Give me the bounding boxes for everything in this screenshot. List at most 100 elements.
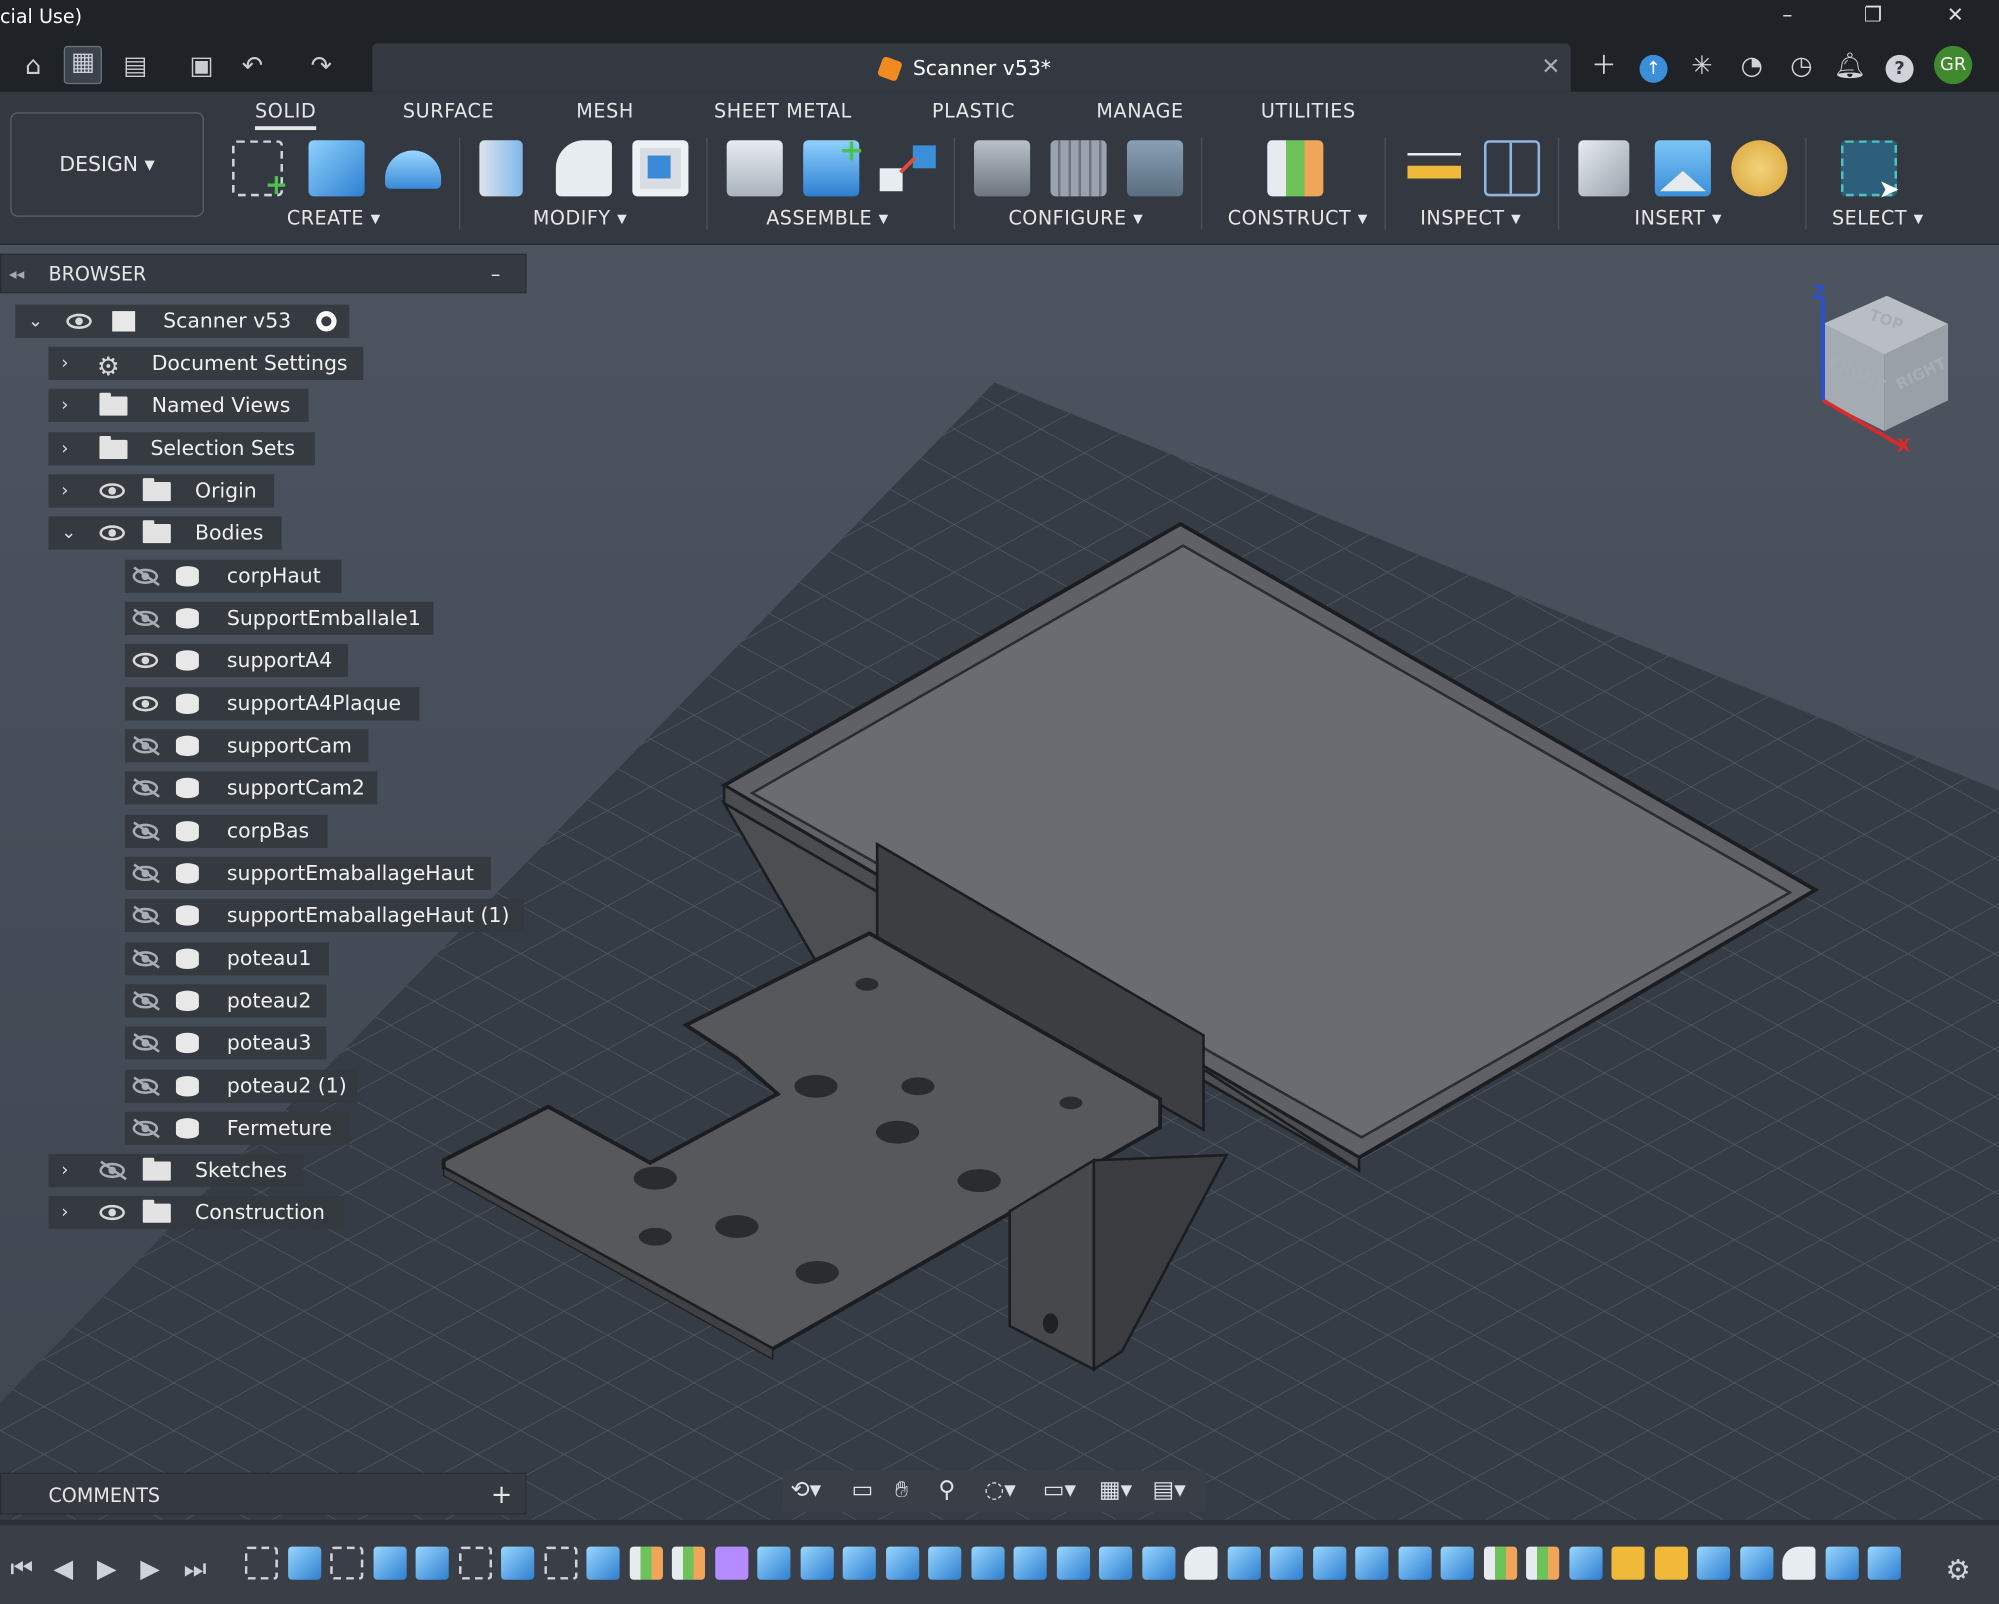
timeline-extrude-icon[interactable] <box>287 1546 321 1580</box>
timeline-joint-icon[interactable] <box>1611 1546 1645 1580</box>
job-status-icon[interactable]: ↑ <box>1636 48 1672 83</box>
timeline-construct-icon[interactable] <box>1526 1546 1560 1580</box>
timeline-start-icon[interactable]: ⏮ <box>10 1553 33 1584</box>
tab-manage[interactable]: MANAGE <box>1096 99 1183 122</box>
body-row[interactable]: poteau3 <box>124 1026 327 1060</box>
chevron-right-icon[interactable]: › <box>61 347 68 380</box>
timeline-extrude-icon[interactable] <box>1355 1546 1389 1580</box>
redo-icon[interactable]: ↷ <box>306 51 337 79</box>
offline-icon[interactable]: ◔ <box>1734 48 1770 81</box>
group-create[interactable]: CREATE ▾ <box>287 207 381 230</box>
pan-hand-icon[interactable]: ✋︎ <box>895 1476 908 1503</box>
select-window-icon[interactable]: ➤ <box>1840 140 1900 204</box>
group-modify[interactable]: MODIFY ▾ <box>533 207 627 230</box>
timeline-extrude-icon[interactable] <box>415 1546 449 1580</box>
timeline-extrude-icon[interactable] <box>1696 1546 1731 1580</box>
create-sketch-icon[interactable]: + <box>232 140 288 201</box>
configure-parameters-icon[interactable] <box>974 140 1031 197</box>
display-settings-icon[interactable]: ▭▾ <box>1043 1476 1076 1503</box>
chevron-down-icon[interactable]: ⌄ <box>61 516 76 549</box>
body-row[interactable]: supportEmaballageHaut (1) <box>124 898 524 933</box>
chevron-right-icon[interactable]: › <box>61 389 68 422</box>
body-row[interactable]: supportA4 <box>124 643 349 678</box>
visibility-hidden-icon[interactable] <box>132 610 159 627</box>
tab-mesh[interactable]: MESH <box>576 99 634 122</box>
tree-item-bodies[interactable]: ⌄ Bodies <box>48 516 282 550</box>
grid-icon[interactable]: ▦▾ <box>1099 1476 1132 1503</box>
fillet-icon[interactable] <box>555 140 612 197</box>
file-menu-icon[interactable]: ▤ <box>120 51 151 79</box>
joint-icon[interactable]: + <box>803 133 864 197</box>
user-avatar[interactable]: GR <box>1934 45 1973 85</box>
tree-item-sketches[interactable]: › Sketches <box>48 1153 304 1188</box>
visibility-hidden-icon[interactable] <box>132 1035 159 1051</box>
timeline-construct-icon[interactable] <box>629 1546 663 1580</box>
timeline-extrude-icon[interactable] <box>586 1546 620 1580</box>
tree-item-origin[interactable]: › Origin <box>48 474 275 508</box>
chevron-right-icon[interactable]: › <box>61 432 68 465</box>
active-component-radio-icon[interactable] <box>316 311 337 332</box>
body-row[interactable]: Fermeture <box>124 1111 350 1145</box>
timeline-extrude-icon[interactable] <box>928 1546 962 1580</box>
section-analysis-icon[interactable] <box>1483 140 1541 197</box>
visibility-hidden-icon[interactable] <box>132 907 159 924</box>
timeline-end-icon[interactable]: ⏭ <box>184 1553 207 1584</box>
timeline-sketch-icon[interactable] <box>543 1546 577 1580</box>
save-icon[interactable]: ▣ <box>186 51 217 79</box>
new-component-icon[interactable] <box>726 140 783 197</box>
visibility-hidden-icon[interactable] <box>132 568 159 584</box>
group-insert[interactable]: INSERT ▾ <box>1634 207 1722 230</box>
tree-root[interactable]: ⌄ Scanner v53 <box>15 304 350 338</box>
group-assemble[interactable]: ASSEMBLE ▾ <box>766 207 889 230</box>
visibility-eye-icon[interactable] <box>99 483 125 499</box>
undo-icon[interactable]: ↶ <box>237 51 268 79</box>
insert-canvas-icon[interactable] <box>1654 140 1711 197</box>
workspace-switcher[interactable]: DESIGN ▾ <box>10 112 204 217</box>
extensions-icon[interactable]: ✳ <box>1684 48 1720 81</box>
home-icon[interactable]: ⌂ <box>18 51 49 79</box>
as-built-joint-icon[interactable] <box>879 140 936 196</box>
timeline-sketch-icon[interactable] <box>330 1546 364 1580</box>
timeline-sketch-icon[interactable] <box>458 1546 492 1580</box>
visibility-hidden-icon[interactable] <box>132 1078 159 1094</box>
notifications-bell-icon[interactable]: 🔔︎ <box>1832 48 1868 81</box>
visibility-hidden-icon[interactable] <box>132 1120 159 1137</box>
chevron-right-icon[interactable]: › <box>61 1196 68 1229</box>
data-panel-grid-icon[interactable]: ▦ <box>63 45 102 85</box>
chevron-right-icon[interactable]: › <box>61 474 68 507</box>
group-construct[interactable]: CONSTRUCT ▾ <box>1228 207 1368 230</box>
insert-derive-icon[interactable] <box>1578 140 1630 197</box>
restore-button[interactable]: ❐ <box>1864 3 1882 27</box>
visibility-hidden-icon[interactable] <box>132 993 159 1009</box>
body-row[interactable]: supportEmaballageHaut <box>124 856 491 890</box>
add-comment-button[interactable]: + <box>491 1479 512 1510</box>
timeline-extrude-icon[interactable] <box>1098 1546 1133 1580</box>
timeline-construct-icon[interactable] <box>1483 1546 1517 1580</box>
chevron-right-icon[interactable]: › <box>61 1154 68 1187</box>
timeline-construct-icon[interactable] <box>671 1546 706 1580</box>
timeline-joint-icon[interactable] <box>1654 1546 1688 1580</box>
timeline-extrude-icon[interactable] <box>885 1546 919 1580</box>
body-row[interactable]: corpHaut <box>124 559 342 593</box>
timeline-extrude-icon[interactable] <box>1568 1546 1602 1580</box>
timeline-extrude-icon[interactable] <box>842 1546 876 1580</box>
body-row[interactable]: SupportEmballale1 <box>124 601 434 635</box>
press-pull-icon[interactable] <box>479 140 523 197</box>
construct-plane-icon[interactable] <box>1267 140 1324 197</box>
timeline-extrude-icon[interactable] <box>799 1546 834 1580</box>
timeline-extrude-icon[interactable] <box>1440 1546 1474 1580</box>
new-tab-icon[interactable]: ＋ <box>1586 48 1622 81</box>
tree-item-construction[interactable]: › Construction <box>48 1195 345 1230</box>
group-inspect[interactable]: INSPECT ▾ <box>1420 207 1521 230</box>
close-button[interactable]: ✕ <box>1947 3 1964 27</box>
body-row[interactable]: poteau2 <box>124 984 327 1018</box>
help-icon[interactable]: ? <box>1882 48 1918 83</box>
browser-minimize-button[interactable]: – <box>491 263 501 286</box>
group-select[interactable]: SELECT ▾ <box>1832 207 1924 230</box>
body-row[interactable]: supportCam <box>124 729 369 763</box>
timeline-extrude-icon[interactable] <box>1825 1546 1859 1580</box>
body-row[interactable]: poteau1 <box>124 942 329 976</box>
visibility-hidden-icon[interactable] <box>99 1162 125 1179</box>
visibility-hidden-icon[interactable] <box>132 823 159 839</box>
tree-item-document-settings[interactable]: › ⚙ Document Settings <box>48 346 364 381</box>
